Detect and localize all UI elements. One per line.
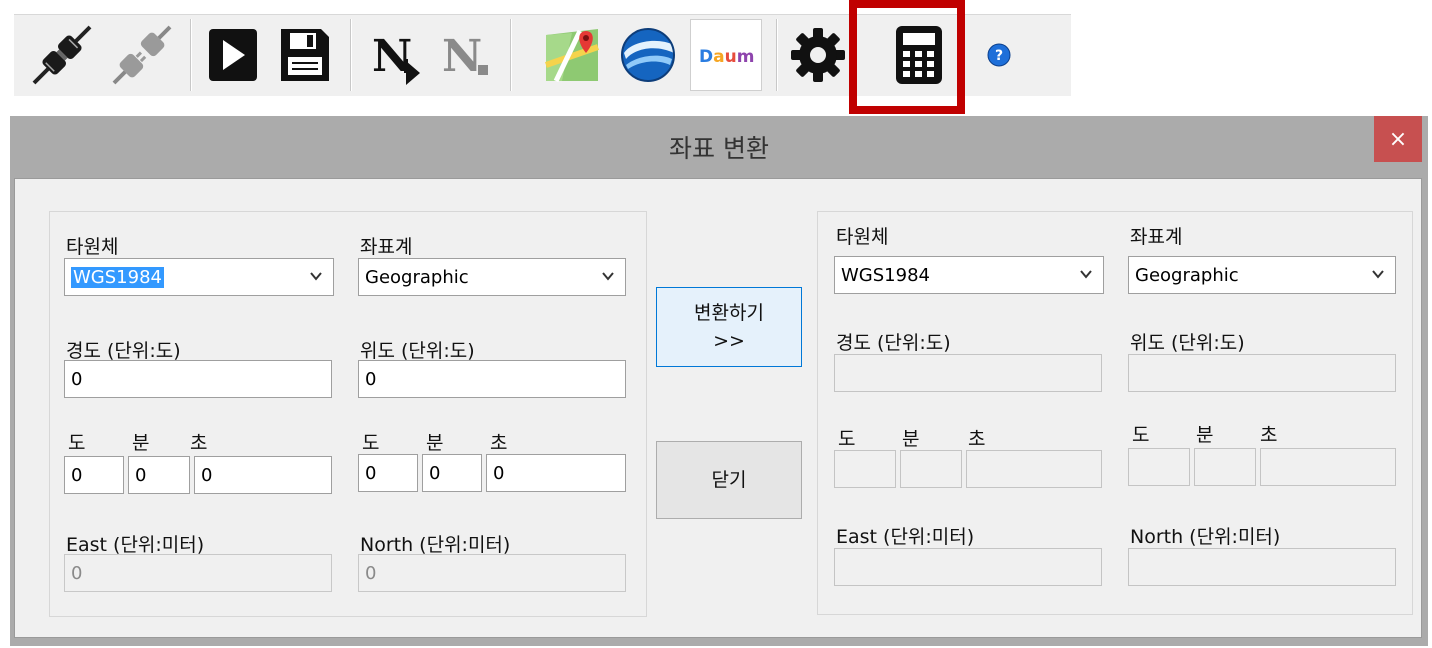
target-longitude-input[interactable] (834, 354, 1102, 392)
target-crs-label: 좌표계 (1130, 226, 1183, 248)
target-north-input[interactable] (1128, 548, 1396, 586)
target-lat-degree-label: 도 (1132, 424, 1150, 446)
target-east-label: East (단위:미터) (836, 526, 975, 548)
source-latitude-input[interactable]: 0 (358, 360, 626, 398)
toolbar-separator (190, 19, 192, 91)
target-lat-second-input[interactable] (1260, 448, 1396, 486)
chevron-down-icon (602, 272, 614, 281)
target-crs-select[interactable]: Geographic (1128, 256, 1396, 294)
source-lat-second-input[interactable]: 0 (486, 454, 626, 492)
target-lon-second-input[interactable] (966, 450, 1102, 488)
source-lon-second-label: 초 (190, 432, 208, 454)
source-latitude-label: 위도 (단위:도) (360, 340, 475, 362)
target-ellipsoid-select[interactable]: WGS1984 (834, 256, 1104, 294)
source-lon-degree-label: 도 (68, 432, 86, 454)
target-lon-second-label: 초 (968, 428, 986, 450)
n-arrow-icon[interactable]: N (364, 19, 428, 91)
target-east-input[interactable] (834, 548, 1102, 586)
target-lat-degree-input[interactable] (1128, 448, 1190, 486)
source-ellipsoid-select[interactable]: WGS1984 (64, 258, 334, 296)
save-icon[interactable] (272, 19, 338, 91)
target-ellipsoid-label: 타원체 (836, 226, 889, 248)
target-lon-degree-label: 도 (838, 428, 856, 450)
source-east-input[interactable]: 0 (64, 554, 332, 592)
target-latitude-label: 위도 (단위:도) (1130, 332, 1245, 354)
chevron-down-icon (1372, 270, 1384, 279)
source-crs-select[interactable]: Geographic (358, 258, 626, 296)
source-lat-degree-input[interactable]: 0 (358, 454, 418, 492)
convert-button-label: 변환하기 (694, 302, 764, 324)
close-icon[interactable]: × (1374, 116, 1422, 162)
source-crs-value: Geographic (365, 267, 469, 288)
target-lon-minute-input[interactable] (900, 450, 962, 488)
source-lon-minute-input[interactable]: 0 (128, 456, 190, 494)
close-button-label: 닫기 (711, 469, 747, 491)
close-button[interactable]: 닫기 (656, 441, 802, 519)
n-disabled-icon[interactable]: N (434, 19, 498, 91)
google-maps-icon[interactable] (538, 19, 606, 91)
source-crs-label: 좌표계 (360, 236, 413, 258)
toolbar-separator (350, 19, 352, 91)
settings-gear-icon[interactable] (782, 19, 854, 91)
dialog-client-area: 타원체 WGS1984 좌표계 Geographic 경도 (단위:도) 0 위… (14, 178, 1422, 638)
source-lon-second-input[interactable]: 0 (194, 456, 332, 494)
source-coordinate-group: 타원체 WGS1984 좌표계 Geographic 경도 (단위:도) 0 위… (49, 211, 647, 617)
dialog-title: 좌표 변환 (669, 134, 769, 163)
daum-map-icon[interactable]: Daum (690, 19, 762, 91)
source-lon-minute-label: 분 (132, 432, 150, 454)
source-north-input[interactable]: 0 (358, 554, 626, 592)
svg-text:N: N (442, 31, 482, 82)
svg-text:Daum: Daum (699, 47, 754, 67)
source-lat-minute-input[interactable]: 0 (422, 454, 482, 492)
target-crs-value: Geographic (1135, 265, 1239, 286)
source-north-label: North (단위:미터) (360, 534, 511, 556)
target-lat-minute-input[interactable] (1194, 448, 1256, 486)
source-lat-second-label: 초 (490, 432, 508, 454)
target-latitude-input[interactable] (1128, 354, 1396, 392)
target-ellipsoid-value: WGS1984 (841, 265, 930, 286)
svg-text:?: ? (995, 48, 1003, 64)
convert-button-arrow: >> (713, 330, 745, 352)
disconnect-plug-icon[interactable] (106, 19, 178, 91)
target-lat-minute-label: 분 (1196, 424, 1214, 446)
help-icon[interactable]: ? (980, 19, 1018, 91)
target-lon-minute-label: 분 (902, 428, 920, 450)
target-coordinate-group: 타원체 WGS1984 좌표계 Geographic 경도 (단위:도) 위도 … (817, 211, 1413, 615)
target-longitude-label: 경도 (단위:도) (836, 332, 951, 354)
convert-button[interactable]: 변환하기 >> (656, 287, 802, 367)
target-lon-degree-input[interactable] (834, 450, 896, 488)
play-icon[interactable] (200, 19, 266, 91)
target-lat-second-label: 초 (1260, 424, 1278, 446)
source-longitude-input[interactable]: 0 (64, 360, 332, 398)
source-ellipsoid-value: WGS1984 (71, 267, 164, 288)
toolbar-separator (776, 19, 778, 91)
connect-plug-icon[interactable] (26, 19, 98, 91)
chevron-down-icon (310, 272, 322, 281)
source-lat-minute-label: 분 (426, 432, 444, 454)
source-ellipsoid-label: 타원체 (66, 236, 119, 258)
source-east-label: East (단위:미터) (66, 534, 205, 556)
toolbar-separator (510, 19, 512, 91)
target-north-label: North (단위:미터) (1130, 526, 1281, 548)
chevron-down-icon (1080, 270, 1092, 279)
source-longitude-label: 경도 (단위:도) (66, 340, 181, 362)
google-earth-icon[interactable] (614, 19, 682, 91)
source-lon-degree-input[interactable]: 0 (64, 456, 124, 494)
calculator-highlight-box (849, 0, 965, 114)
coordinate-conversion-dialog: 좌표 변환 × 타원체 WGS1984 좌표계 Geographic 경도 (단… (10, 116, 1428, 646)
source-lat-degree-label: 도 (362, 432, 380, 454)
